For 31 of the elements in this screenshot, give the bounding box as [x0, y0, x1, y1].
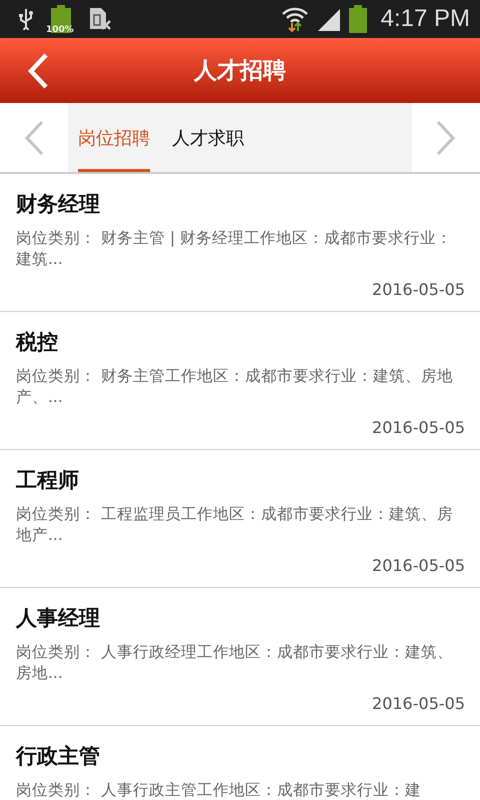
job-list-item[interactable]: 行政主管 岗位类别： 人事行政主管工作地区：成都市要求行业：建: [0, 726, 480, 800]
job-title: 行政主管: [16, 743, 100, 770]
job-list-item[interactable]: 工程师 岗位类别： 工程监理员工作地区：成都市要求行业：建筑、房地产... 2016-05-05: [0, 450, 480, 588]
battery-icon: [348, 5, 367, 33]
post-date: 2016-05-05: [372, 280, 465, 299]
post-date: 2016-05-05: [372, 418, 465, 437]
tab[interactable]: 人才求职: [172, 103, 244, 172]
signal-icon: [316, 7, 341, 31]
job-summary: 岗位类别： 财务主管 | 财务经理工作地区：成都市要求行业：建筑...: [16, 228, 454, 270]
job-list-item[interactable]: 税控 岗位类别： 财务主管工作地区：成都市要求行业：建筑、房地产、... 2016-05-05: [0, 312, 480, 450]
job-list-item[interactable]: 财务经理 岗位类别： 财务主管 | 财务经理工作地区：成都市要求行业：建筑... 2016-05-05: [0, 174, 480, 312]
chevron-right-icon[interactable]: [435, 120, 457, 156]
job-summary: 岗位类别： 人事行政经理工作地区：成都市要求行业：建筑、房地...: [16, 642, 454, 684]
back-icon[interactable]: [26, 53, 50, 89]
job-list-item[interactable]: 人事经理 岗位类别： 人事行政经理工作地区：成都市要求行业：建筑、房地... 2016-05-05: [0, 588, 480, 726]
sim-card-icon: [88, 7, 112, 31]
wifi-icon: [280, 5, 309, 33]
job-title: 税控: [16, 329, 58, 356]
job-title: 工程师: [16, 467, 79, 494]
job-summary: 岗位类别： 财务主管工作地区：成都市要求行业：建筑、房地产、...: [16, 366, 454, 408]
usb-icon: [18, 8, 34, 30]
job-summary: 岗位类别： 工程监理员工作地区：成都市要求行业：建筑、房地产...: [16, 504, 454, 546]
tab[interactable]: 岗位招聘: [78, 103, 150, 172]
clock-time: 4:17 PM: [380, 5, 470, 33]
job-summary: 岗位类别： 人事行政主管工作地区：成都市要求行业：建: [16, 780, 422, 800]
page-title: 人才招聘: [194, 57, 286, 86]
job-title: 财务经理: [16, 191, 100, 218]
post-date: 2016-05-05: [372, 556, 465, 575]
post-date: 2016-05-05: [372, 694, 465, 713]
chevron-left-icon[interactable]: [23, 120, 45, 156]
job-title: 人事经理: [16, 605, 100, 632]
